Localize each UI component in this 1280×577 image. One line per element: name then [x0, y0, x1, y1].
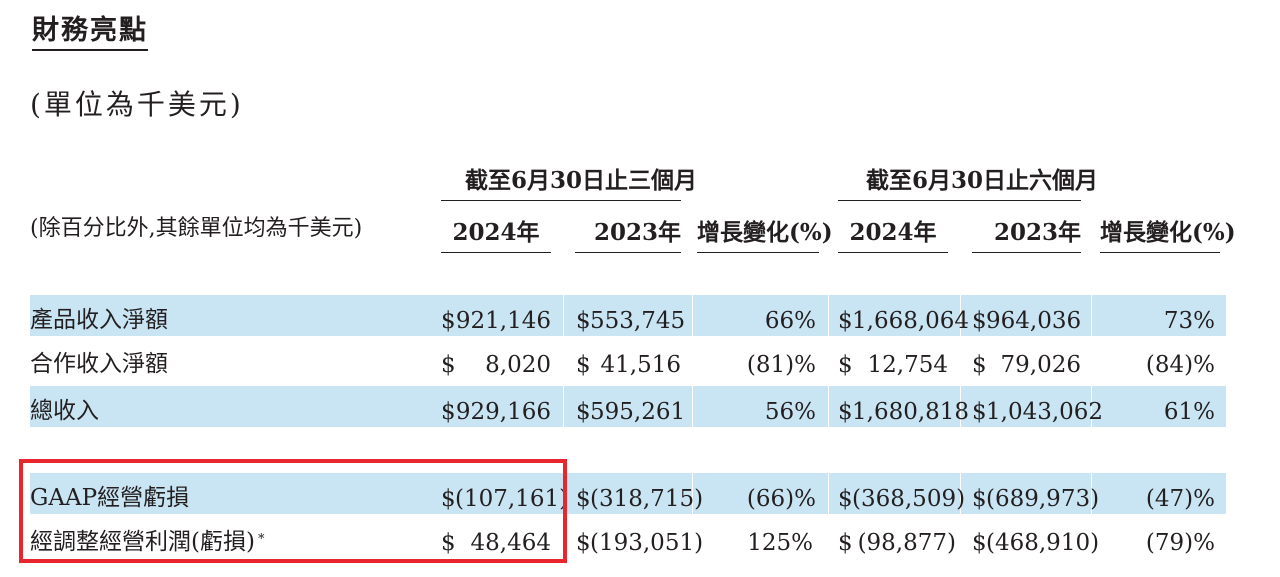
currency-symbol: $ — [576, 352, 591, 378]
cell-q-change: 66% — [764, 308, 816, 334]
cell-q2023: 595,261 — [590, 399, 686, 425]
cell-h-change: 61% — [1163, 399, 1215, 425]
cell-h2024: (368,509) — [852, 486, 966, 512]
cell-h2024: 1,668,064 — [852, 308, 970, 334]
cell-h2024: 1,680,818 — [852, 399, 970, 425]
page-title: 財務亮點 — [32, 14, 148, 51]
cell-q2023: (193,051) — [590, 530, 704, 556]
currency-symbol: $ — [972, 308, 987, 334]
cell-q2023: 553,745 — [590, 308, 686, 334]
currency-symbol: $ — [441, 352, 456, 378]
row-label-collaboration-revenue: 合作收入淨額 — [30, 351, 168, 377]
currency-symbol: $ — [972, 399, 987, 425]
cell-q2023: (318,715) — [590, 486, 704, 512]
cell-h2023: 1,043,062 — [986, 399, 1104, 425]
column-header-h-change: 增長變化(%) — [1100, 219, 1236, 246]
cell-h-change: (47)% — [1145, 486, 1215, 512]
cell-q2023: 41,516 — [600, 352, 681, 378]
cell-h2023: (468,910) — [986, 530, 1100, 556]
cell-q-change: 56% — [764, 399, 816, 425]
currency-symbol: $ — [838, 530, 853, 556]
cell-h2023: (689,973) — [986, 486, 1100, 512]
currency-symbol: $ — [838, 399, 853, 425]
currency-symbol: $ — [576, 530, 591, 556]
cell-q-change: (81)% — [746, 352, 816, 378]
column-header-q-change: 增長變化(%) — [697, 219, 833, 246]
column-header-underline — [441, 252, 551, 253]
column-header-h2024: 2024年 — [849, 219, 937, 246]
cell-h2024: (98,877) — [857, 530, 956, 556]
cell-q-change: 125% — [747, 530, 813, 556]
column-separator — [828, 473, 829, 514]
currency-symbol: $ — [838, 486, 853, 512]
unit-note: (單位為千美元) — [30, 88, 244, 121]
group-header-six-months: 截至6月30日止六個月 — [866, 167, 1099, 194]
group-header-three-months: 截至6月30日止三個月 — [465, 167, 698, 194]
cell-h-change: 73% — [1163, 308, 1215, 334]
currency-symbol: $ — [576, 399, 591, 425]
column-header-underline — [838, 252, 948, 253]
cell-h-change: (79)% — [1145, 530, 1215, 556]
row-label-total-revenue: 總收入 — [30, 398, 99, 424]
cell-h2023: 964,036 — [986, 308, 1082, 334]
row-label-product-revenue: 產品收入淨額 — [30, 307, 168, 333]
column-separator — [828, 295, 829, 427]
highlight-box — [19, 459, 567, 563]
cell-h2023: 79,026 — [1000, 352, 1081, 378]
cell-h2024: 12,754 — [867, 352, 948, 378]
group-header-underline — [838, 200, 1081, 201]
column-header-h2023: 2023年 — [993, 219, 1081, 246]
cell-h-change: (84)% — [1145, 352, 1215, 378]
cell-q2024: 921,146 — [455, 308, 551, 334]
currency-symbol: $ — [972, 486, 987, 512]
currency-symbol: $ — [838, 352, 853, 378]
column-separator — [563, 295, 564, 427]
column-header-q2024: 2024年 — [452, 219, 540, 246]
currency-symbol: $ — [576, 486, 591, 512]
currency-symbol: $ — [972, 530, 987, 556]
column-header-q2023: 2023年 — [593, 219, 681, 246]
currency-symbol: $ — [441, 399, 456, 425]
column-separator — [692, 295, 693, 427]
currency-symbol: $ — [972, 352, 987, 378]
cell-q2024: 929,166 — [455, 399, 551, 425]
group-header-underline — [441, 200, 681, 201]
currency-symbol: $ — [441, 308, 456, 334]
row-header-label: (除百分比外,其餘單位均為千美元) — [30, 216, 363, 241]
cell-q2024: 8,020 — [485, 352, 551, 378]
currency-symbol: $ — [838, 308, 853, 334]
column-header-underline — [697, 252, 819, 253]
column-header-underline — [972, 252, 1081, 253]
column-header-underline — [575, 252, 681, 253]
column-header-underline — [1100, 252, 1220, 253]
cell-q-change: (66)% — [746, 486, 816, 512]
currency-symbol: $ — [576, 308, 591, 334]
